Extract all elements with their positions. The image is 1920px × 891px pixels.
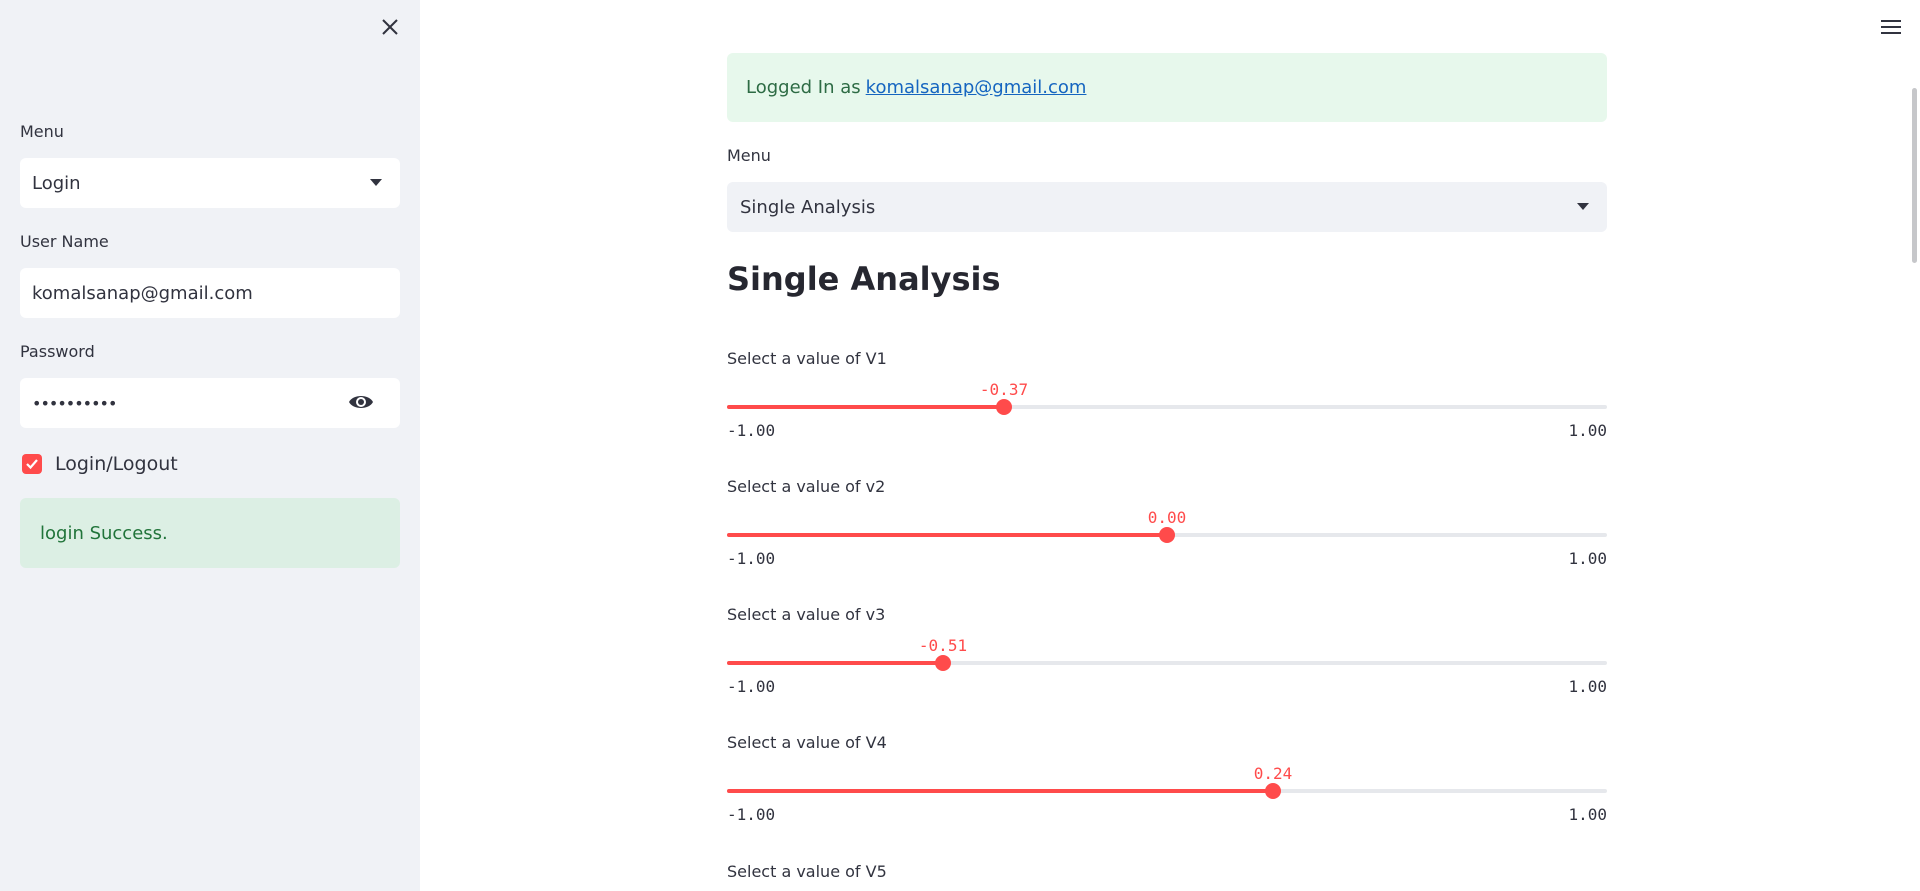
main-menu-label: Menu (727, 146, 771, 165)
username-value: komalsanap@gmail.com (32, 282, 253, 304)
slider-label: Select a value of V1 (727, 349, 887, 368)
main-menu-button[interactable] (1878, 14, 1904, 40)
slider-min-label: -1.00 (727, 677, 776, 696)
slider-4[interactable]: Select a value of V4 0.24 -1.00 1.00 (727, 733, 1607, 843)
slider-max-label: 1.00 (1568, 805, 1607, 824)
eye-icon (349, 396, 373, 408)
hamburger-line (1881, 32, 1901, 34)
slider-1[interactable]: Select a value of V1 -0.37 -1.00 1.00 (727, 349, 1607, 459)
slider-min-label: -1.00 (727, 421, 776, 440)
slider-thumb[interactable] (935, 655, 951, 671)
slider-fill (727, 789, 1273, 793)
slider-label: Select a value of v2 (727, 477, 886, 496)
chevron-down-icon (1577, 203, 1589, 210)
slider-label: Select a value of V4 (727, 733, 887, 752)
logged-in-email-link[interactable]: komalsanap@gmail.com (866, 77, 1087, 98)
slider-track[interactable] (727, 527, 1607, 543)
analysis-menu-value: Single Analysis (740, 196, 876, 218)
slider-value: 0.24 (1253, 764, 1293, 783)
slider-3[interactable]: Select a value of v3 -0.51 -1.00 1.00 (727, 605, 1607, 715)
sidebar-menu-value: Login (32, 172, 81, 194)
password-visibility-toggle[interactable] (348, 392, 374, 417)
hamburger-menu-icon (1881, 20, 1901, 22)
hamburger-line (1881, 26, 1901, 28)
slider-label-v5: Select a value of V5 (727, 862, 887, 881)
page-title: Single Analysis (727, 260, 1001, 298)
login-logout-checkbox[interactable]: Login/Logout (22, 450, 178, 478)
slider-fill (727, 661, 943, 665)
slider-value: -0.51 (918, 636, 968, 655)
slider-label: Select a value of v3 (727, 605, 886, 624)
slider-fill (727, 533, 1167, 537)
slider-thumb[interactable] (996, 399, 1012, 415)
close-sidebar-button[interactable] (372, 12, 408, 42)
password-value: •••••••••• (32, 393, 117, 413)
login-success-text: login Success. (40, 522, 168, 544)
password-field[interactable]: •••••••••• (20, 378, 400, 428)
sidebar: Menu Login User Name komalsanap@gmail.co… (0, 0, 420, 891)
checkbox-label: Login/Logout (55, 453, 178, 475)
sidebar-menu-label: Menu (20, 122, 64, 141)
slider-max-label: 1.00 (1568, 677, 1607, 696)
username-field[interactable]: komalsanap@gmail.com (20, 268, 400, 318)
logged-in-prefix: Logged In as (746, 77, 861, 98)
slider-fill (727, 405, 1004, 409)
slider-max-label: 1.00 (1568, 421, 1607, 440)
slider-track[interactable] (727, 783, 1607, 799)
username-label: User Name (20, 232, 109, 251)
analysis-menu-select[interactable]: Single Analysis (727, 182, 1607, 232)
checkbox-checked-icon[interactable] (22, 454, 42, 474)
slider-thumb[interactable] (1265, 783, 1281, 799)
logged-in-alert: Logged In as komalsanap@gmail.com (727, 53, 1607, 122)
slider-value: -0.37 (979, 380, 1029, 399)
slider-thumb[interactable] (1159, 527, 1175, 543)
login-success-alert: login Success. (20, 498, 400, 568)
close-icon (382, 19, 398, 35)
scrollbar-thumb[interactable] (1912, 88, 1917, 263)
slider-track[interactable] (727, 655, 1607, 671)
chevron-down-icon (370, 179, 382, 186)
slider-2[interactable]: Select a value of v2 0.00 -1.00 1.00 (727, 477, 1607, 587)
slider-max-label: 1.00 (1568, 549, 1607, 568)
password-label: Password (20, 342, 95, 361)
sidebar-menu-select[interactable]: Login (20, 158, 400, 208)
slider-track[interactable] (727, 399, 1607, 415)
slider-min-label: -1.00 (727, 549, 776, 568)
slider-value: 0.00 (1147, 508, 1187, 527)
slider-min-label: -1.00 (727, 805, 776, 824)
